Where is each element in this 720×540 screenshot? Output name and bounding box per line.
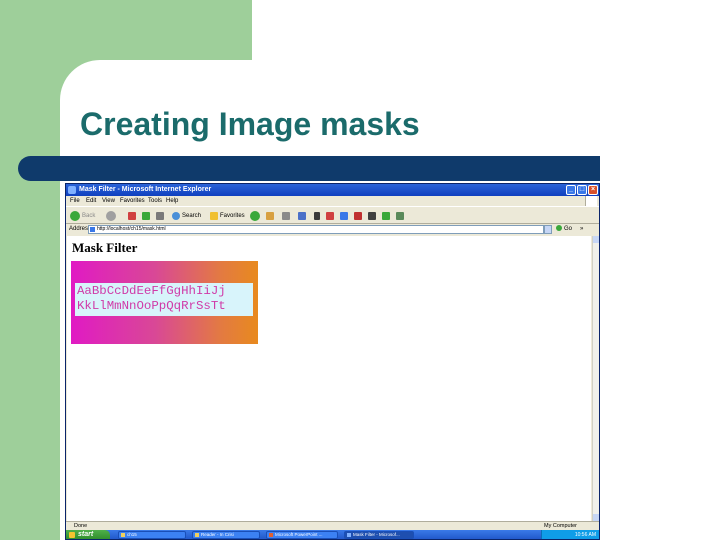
taskbar-item-label: Microsoft PowerPoint ... — [275, 532, 323, 537]
page-icon — [90, 227, 95, 232]
close-button[interactable]: × — [588, 185, 598, 195]
taskbar-item-folder[interactable]: ch15 — [118, 531, 186, 539]
scroll-up-arrow-icon[interactable] — [593, 236, 599, 243]
mask-text-block: AaBbCcDdEeFfGgHhIiJj KkLlMmNnOoPpQqRrSsT… — [75, 283, 253, 316]
print-icon[interactable] — [282, 212, 290, 220]
menu-tools[interactable]: Tools — [148, 196, 162, 206]
ie-icon — [68, 186, 76, 194]
taskbar-item-reader[interactable]: Reader - In Crisi — [192, 531, 260, 539]
extension-icon[interactable] — [382, 212, 390, 220]
taskbar-item-mask-filter[interactable]: Mask Filter - Microsof... — [344, 531, 414, 539]
reader-icon — [195, 533, 199, 537]
tool-icon[interactable] — [368, 212, 376, 220]
go-label: Go — [564, 226, 573, 232]
history-icon[interactable] — [250, 211, 260, 221]
menu-favorites[interactable]: Favorites — [120, 196, 145, 206]
back-arrow-icon[interactable] — [70, 211, 80, 221]
title-underline-bar — [18, 156, 600, 181]
chevron-down-icon[interactable] — [314, 212, 320, 220]
go-arrow-icon — [556, 225, 562, 232]
window-controls: _ □ × — [566, 185, 598, 195]
refresh-icon[interactable] — [142, 212, 150, 220]
clock: 10:56 AM — [574, 532, 596, 538]
start-button[interactable]: start — [66, 530, 110, 539]
favorites-button-label[interactable]: Favorites — [220, 210, 245, 222]
menu-help[interactable]: Help — [166, 196, 178, 206]
mask-text-line-2: KkLlMmNnOoPpQqRrSsTt — [77, 299, 226, 313]
menu-edit[interactable]: Edit — [86, 196, 96, 206]
minimize-button[interactable]: _ — [566, 185, 576, 195]
menu-file[interactable]: File — [70, 196, 80, 206]
links-chevron[interactable]: » — [580, 224, 583, 235]
discuss-icon[interactable] — [326, 212, 334, 220]
browser-title-bar[interactable]: Mask Filter - Microsoft Internet Explore… — [66, 184, 599, 196]
search-icon[interactable] — [172, 212, 180, 220]
page-heading: Mask Filter — [72, 240, 138, 255]
status-bar: Done My Computer — [66, 521, 599, 530]
scroll-down-arrow-icon[interactable] — [593, 514, 599, 521]
green-decoration-band — [0, 0, 60, 540]
go-button[interactable]: Go — [556, 225, 574, 234]
system-tray: 10:56 AM — [541, 530, 599, 539]
research-icon[interactable] — [340, 212, 348, 220]
back-button-label[interactable]: Back — [82, 210, 95, 222]
messenger-icon[interactable] — [354, 212, 362, 220]
slide: Creating Image masks Mask Filter - Micro… — [0, 0, 720, 540]
favorites-star-icon[interactable] — [210, 212, 218, 220]
stop-icon[interactable] — [128, 212, 136, 220]
powerpoint-icon — [269, 533, 273, 537]
search-button-label[interactable]: Search — [182, 210, 201, 222]
mask-text-line-1: AaBbCcDdEeFfGgHhIiJj — [77, 284, 226, 298]
forward-arrow-icon[interactable] — [106, 211, 116, 221]
home-icon[interactable] — [156, 212, 164, 220]
ie-icon — [347, 533, 351, 537]
address-value: http://localhost/ch15/mask.html — [97, 226, 166, 232]
window-title: Mask Filter - Microsoft Internet Explore… — [79, 186, 212, 193]
address-dropdown-button[interactable] — [544, 225, 552, 234]
start-label: start — [78, 531, 94, 538]
taskbar-item-label: Reader - In Crisi — [201, 532, 234, 537]
page-content: Mask Filter AaBbCcDdEeFfGgHhIiJj KkLlMmN… — [67, 236, 591, 521]
address-bar: Address http://localhost/ch15/mask.html … — [66, 224, 599, 235]
vertical-scrollbar[interactable] — [592, 236, 599, 521]
address-input[interactable]: http://localhost/ch15/mask.html — [88, 225, 544, 234]
windows-flag-icon — [69, 532, 75, 538]
toolbar: Back Search Favorites — [66, 206, 599, 224]
menu-view[interactable]: View — [102, 196, 115, 206]
edit-icon[interactable] — [298, 212, 306, 220]
browser-window: Mask Filter - Microsoft Internet Explore… — [65, 183, 600, 540]
taskbar: start ch15 Reader - In Crisi Microsoft P… — [66, 530, 599, 539]
maximize-button[interactable]: □ — [577, 185, 587, 195]
addon-icon[interactable] — [396, 212, 404, 220]
taskbar-item-label: ch15 — [127, 532, 137, 537]
folder-icon — [121, 533, 125, 537]
mask-gradient-image: AaBbCcDdEeFfGgHhIiJj KkLlMmNnOoPpQqRrSsT… — [71, 261, 258, 344]
taskbar-item-powerpoint[interactable]: Microsoft PowerPoint ... — [266, 531, 338, 539]
slide-title: Creating Image masks — [80, 106, 420, 142]
menu-bar: File Edit View Favorites Tools Help — [66, 196, 599, 206]
windows-flag-icon — [585, 196, 597, 206]
mail-icon[interactable] — [266, 212, 274, 220]
taskbar-item-label: Mask Filter - Microsof... — [353, 532, 400, 537]
